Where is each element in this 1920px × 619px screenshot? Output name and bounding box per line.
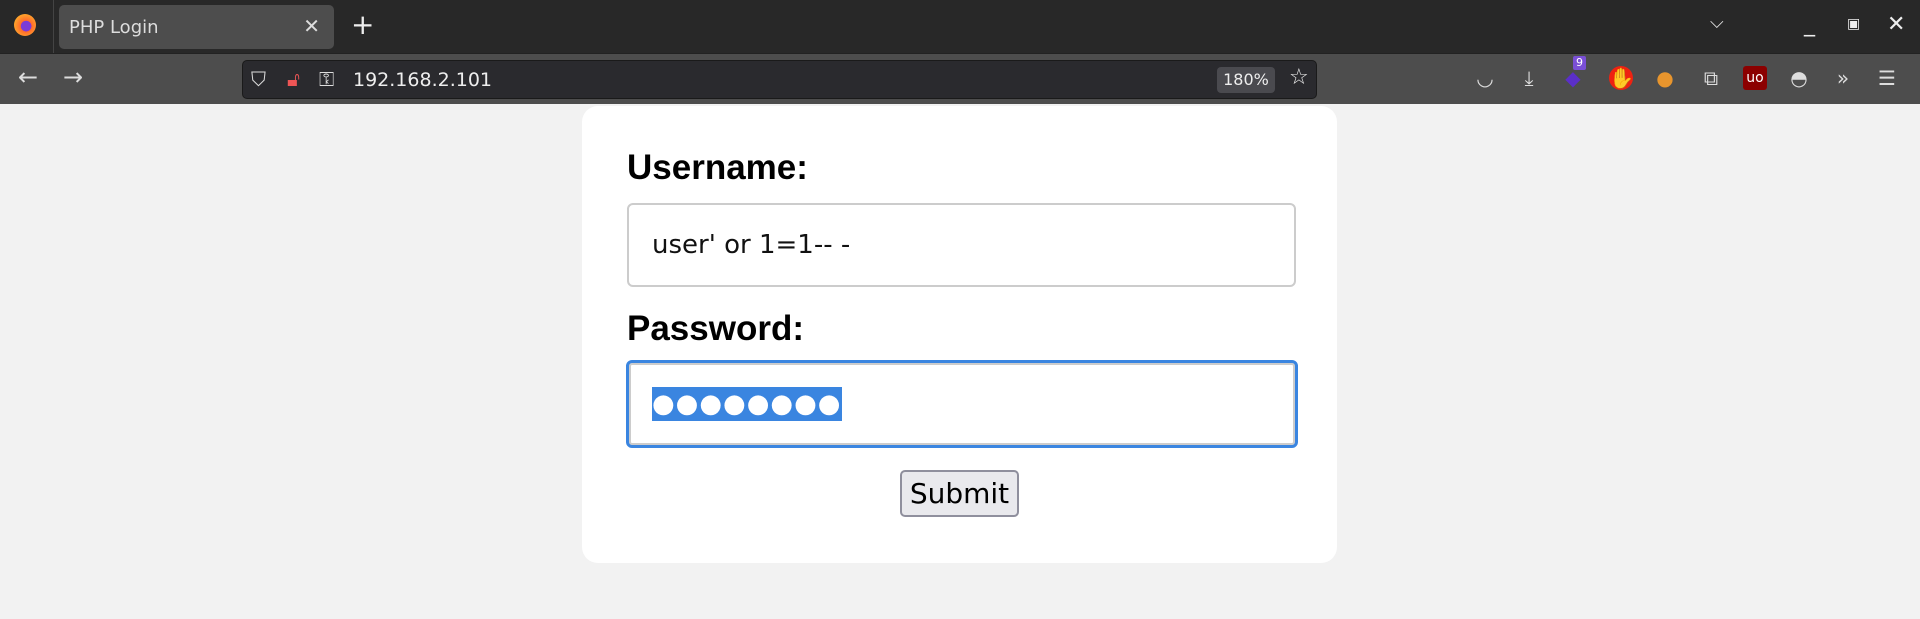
close-window-icon[interactable]: ✕ xyxy=(1887,12,1905,37)
close-tab-icon[interactable]: ✕ xyxy=(303,14,320,38)
back-icon[interactable]: ← xyxy=(18,63,38,91)
shield-icon[interactable]: ⛉ xyxy=(251,67,266,91)
bookmark-star-icon[interactable]: ☆ xyxy=(1289,65,1309,90)
pocket-icon[interactable]: ◡ xyxy=(1473,66,1497,90)
divider xyxy=(53,0,54,53)
maximize-icon[interactable]: ▣ xyxy=(1847,16,1860,32)
zoom-level[interactable]: 180% xyxy=(1217,67,1275,93)
login-card: Username: user' or 1=1-- - Password: ●●●… xyxy=(582,106,1337,563)
menu-hamburger-icon[interactable]: ☰ xyxy=(1875,66,1899,90)
new-tab-icon[interactable]: + xyxy=(351,8,374,41)
overflow-chevrons-icon[interactable]: » xyxy=(1831,66,1855,90)
tab-bar: PHP Login ✕ + ⌵ _ ▣ ✕ xyxy=(0,0,1920,53)
privacy-badger-icon[interactable]: ◓ xyxy=(1787,66,1811,90)
username-value: user' or 1=1-- - xyxy=(652,230,851,260)
insecure-lock-icon[interactable]: 🔓︎ xyxy=(287,67,300,91)
extension-badge: 9 xyxy=(1573,56,1586,70)
minimize-icon[interactable]: _ xyxy=(1804,12,1815,37)
password-masked-value: ●●●●●●●● xyxy=(652,387,842,421)
extensions-puzzle-icon[interactable]: ⧉ xyxy=(1699,66,1723,90)
nav-toolbar: ← → ⛉ 🔓︎ ⚿ 192.168.2.101 180% ☆ ◡ ⤓ ◆ 9 ✋… xyxy=(0,53,1920,104)
firefox-logo-icon[interactable] xyxy=(14,14,36,36)
layers-extension-icon[interactable]: ◆ 9 xyxy=(1561,56,1586,90)
extension-blocked-icon[interactable]: ● xyxy=(1653,66,1677,90)
address-bar[interactable]: ⛉ 🔓︎ ⚿ 192.168.2.101 180% ☆ xyxy=(242,60,1317,99)
list-tabs-chevron-icon[interactable]: ⌵ xyxy=(1710,12,1724,33)
key-icon[interactable]: ⚿ xyxy=(319,67,334,91)
url-text[interactable]: 192.168.2.101 xyxy=(353,69,492,91)
username-input[interactable]: user' or 1=1-- - xyxy=(627,203,1296,287)
download-icon[interactable]: ⤓ xyxy=(1517,66,1541,90)
password-label: Password: xyxy=(627,309,804,348)
tab-title: PHP Login xyxy=(69,16,159,38)
password-input[interactable]: ●●●●●●●● xyxy=(626,360,1298,448)
ublock-origin-icon[interactable]: uo xyxy=(1743,66,1767,90)
tab-php-login[interactable]: PHP Login ✕ xyxy=(59,5,334,49)
submit-button[interactable]: Submit xyxy=(900,470,1019,517)
adblock-icon[interactable]: ✋ xyxy=(1609,66,1634,90)
forward-icon[interactable]: → xyxy=(63,63,83,91)
username-label: Username: xyxy=(627,148,808,187)
